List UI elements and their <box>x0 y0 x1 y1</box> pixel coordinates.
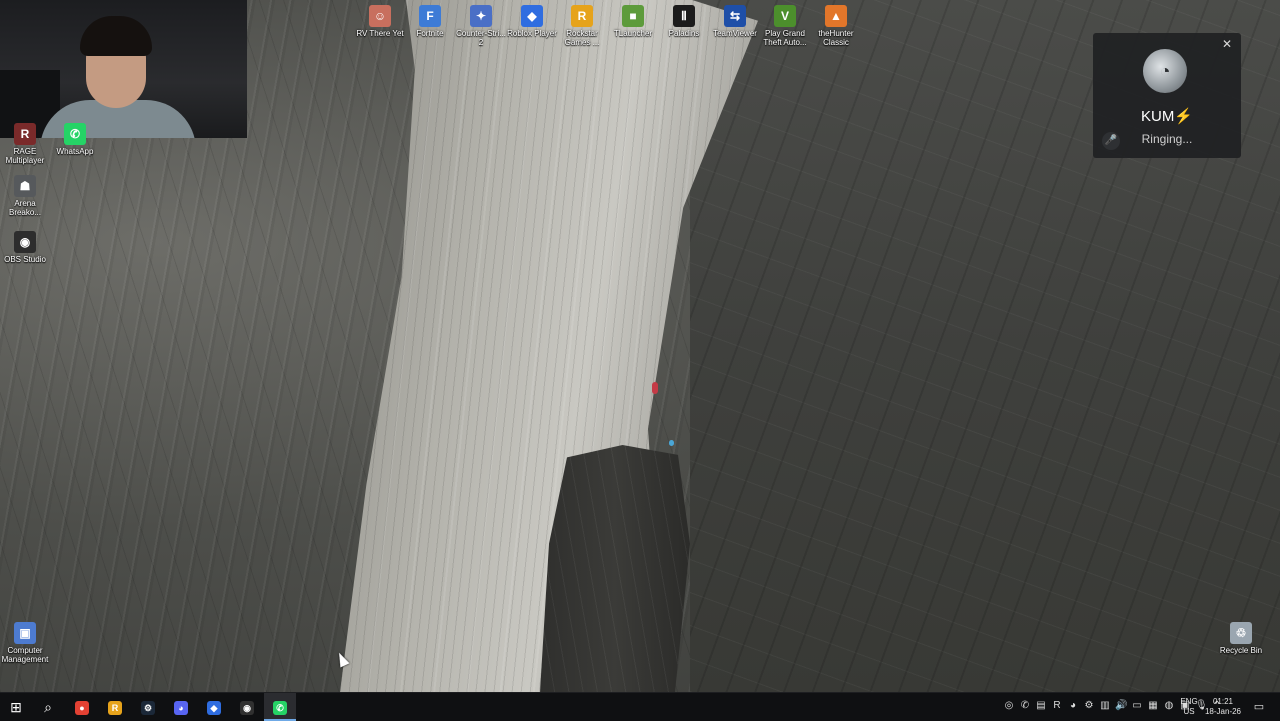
desktop-shortcut-label: Counter-Stri... 2 <box>456 29 506 47</box>
taskbar-app-button[interactable]: ✆ <box>264 693 296 721</box>
recycle-bin-icon: ♲ <box>1230 622 1252 644</box>
tray-app-1-icon[interactable]: ◎ <box>1003 700 1015 712</box>
tray-network-icon[interactable]: ▥ <box>1099 700 1111 712</box>
desktop-shortcut[interactable]: ▲ theHunter Classic <box>811 5 861 47</box>
roblox-icon: ◆ <box>521 5 543 27</box>
thehunter-icon: ▲ <box>825 5 847 27</box>
desktop-shortcut[interactable]: ⇆ TeamViewer <box>710 5 760 38</box>
notification-center-icon[interactable]: ▭ <box>1252 700 1266 714</box>
desktop-shortcut-label: Arena Breako... <box>8 199 41 217</box>
obs-taskbar-icon: ◉ <box>240 701 254 716</box>
language-indicator[interactable]: ENG US <box>1178 697 1200 717</box>
rv-there-yet-icon: ☺ <box>369 5 391 27</box>
tray-app-11-icon[interactable]: ◍ <box>1163 700 1175 712</box>
clock-date: 18-Jan-26 <box>1204 707 1242 716</box>
webcam-overlay <box>0 0 247 138</box>
language-code: ENG <box>1180 697 1198 706</box>
whatsapp-taskbar-icon: ✆ <box>273 701 287 716</box>
call-status: Ringing... <box>1141 132 1193 146</box>
teamviewer-icon: ⇆ <box>724 5 746 27</box>
taskbar-app-button[interactable]: R <box>99 693 131 721</box>
desktop-shortcut[interactable]: ▣ Computer Management <box>0 622 50 664</box>
caller-name: KUM⚡ <box>1140 108 1193 125</box>
desktop-shortcut-label: RAGE Multiplayer <box>5 147 45 165</box>
desktop-shortcut-label: TeamViewer <box>713 29 757 38</box>
close-icon[interactable]: ✕ <box>1222 37 1232 51</box>
webcam-person-hair <box>80 16 152 56</box>
desktop-shortcut[interactable]: R RAGE Multiplayer <box>0 123 50 165</box>
desktop-shortcut[interactable]: ☺ RV There Yet <box>355 5 405 38</box>
rockstar-launcher-icon: R <box>108 701 122 716</box>
rockstar-icon: R <box>571 5 593 27</box>
language-region: US <box>1183 707 1195 716</box>
tray-discord-icon[interactable]: ◕ <box>1067 700 1079 712</box>
desktop-shortcut[interactable]: F Fortnite <box>405 5 455 38</box>
desktop-shortcut[interactable]: ✆ WhatsApp <box>50 123 100 156</box>
taskbar-app-button[interactable]: ◉ <box>231 693 263 721</box>
steam-icon: ⚙ <box>141 701 155 716</box>
whatsapp-icon: ✆ <box>64 123 86 145</box>
taskbar: ⊞ ⌕ ● R ⚙ ◕ ◆ ◉ ✆ ◎ ✆ ▤ R ◕ ⚙ ▥ 🔊 ▭ ▦ ◍ ▣ 🎙 ⌃ ENG US 01:21 … <box>0 692 1280 721</box>
search-button[interactable]: ⌕ <box>32 693 64 721</box>
rage-mp-icon: R <box>14 123 36 145</box>
chrome-icon: ● <box>75 701 89 716</box>
tray-whatsapp-icon[interactable]: ✆ <box>1019 700 1031 712</box>
tlauncher-icon: ■ <box>622 5 644 27</box>
desktop-shortcut-label: RV There Yet <box>356 29 404 38</box>
desktop-shortcut[interactable]: V Play Grand Theft Auto... <box>760 5 810 47</box>
tray-display-icon[interactable]: ▭ <box>1131 700 1143 712</box>
desktop-shortcut-label: OBS Studio <box>4 255 46 264</box>
windows-start-icon: ⊞ <box>10 699 22 715</box>
tray-app-10-icon[interactable]: ▦ <box>1147 700 1159 712</box>
computer-management-icon: ▣ <box>14 622 36 644</box>
gta-icon: V <box>774 5 796 27</box>
desktop-shortcut[interactable]: ■ TLauncher <box>608 5 658 38</box>
obs-studio-icon: ◉ <box>14 231 36 253</box>
search-icon: ⌕ <box>44 699 52 715</box>
tray-volume-icon[interactable]: 🔊 <box>1115 700 1127 712</box>
climber-blue <box>669 440 674 446</box>
desktop-shortcut-label: Fortnite <box>416 29 444 38</box>
desktop-shortcut[interactable]: ◆ Roblox Player <box>507 5 557 38</box>
avatar: ◔ <box>1143 49 1187 93</box>
arena-breakout-icon: ☗ <box>14 175 36 197</box>
incoming-call-notification[interactable]: ✕ ◔ KUM⚡ 🎤 Ringing... <box>1093 33 1241 158</box>
fortnite-icon: F <box>419 5 441 27</box>
desktop-shortcut[interactable]: ☗ Arena Breako... <box>0 175 50 217</box>
taskbar-app-button[interactable]: ⚙ <box>132 693 164 721</box>
discord-icon: ◕ <box>174 701 188 716</box>
desktop-shortcut[interactable]: ◉ OBS Studio <box>0 231 50 264</box>
desktop-shortcut-label: Computer Management <box>1 646 49 664</box>
taskbar-app-button[interactable]: ● <box>66 693 98 721</box>
clock-time: 01:21 <box>1212 697 1234 706</box>
desktop-shortcut-label: Roblox Player <box>507 29 557 38</box>
tray-rockstar-icon[interactable]: R <box>1051 700 1063 712</box>
tray-app-3-icon[interactable]: ▤ <box>1035 700 1047 712</box>
desktop-shortcut-label: Rockstar Games ... <box>564 29 600 47</box>
taskbar-app-button[interactable]: ◆ <box>198 693 230 721</box>
paladins-icon: Ⅱ <box>673 5 695 27</box>
dark-rock-pillar <box>540 445 690 692</box>
desktop-shortcut[interactable]: Ⅱ Paladins <box>659 5 709 38</box>
roblox-taskbar-icon: ◆ <box>207 701 221 716</box>
counter-strike-icon: ✦ <box>470 5 492 27</box>
desktop-shortcut-label: Play Grand Theft Auto... <box>763 29 807 47</box>
climber-red <box>652 382 658 394</box>
tray-steam-icon[interactable]: ⚙ <box>1083 700 1095 712</box>
desktop-shortcut-label: Paladins <box>668 29 700 38</box>
desktop-shortcut-label: theHunter Classic <box>818 29 854 47</box>
desktop-shortcut-label: Recycle Bin <box>1219 646 1263 655</box>
desktop-shortcut[interactable]: R Rockstar Games ... <box>557 5 607 47</box>
start-button[interactable]: ⊞ <box>0 693 32 721</box>
desktop-shortcut[interactable]: ✦ Counter-Stri... 2 <box>456 5 506 47</box>
taskbar-app-button[interactable]: ◕ <box>165 693 197 721</box>
desktop-shortcut-label: WhatsApp <box>56 147 94 156</box>
desktop-shortcut[interactable]: ♲ Recycle Bin <box>1216 622 1266 655</box>
taskbar-clock[interactable]: 01:21 18-Jan-26 <box>1203 697 1243 717</box>
desktop-shortcut-label: TLauncher <box>613 29 653 38</box>
